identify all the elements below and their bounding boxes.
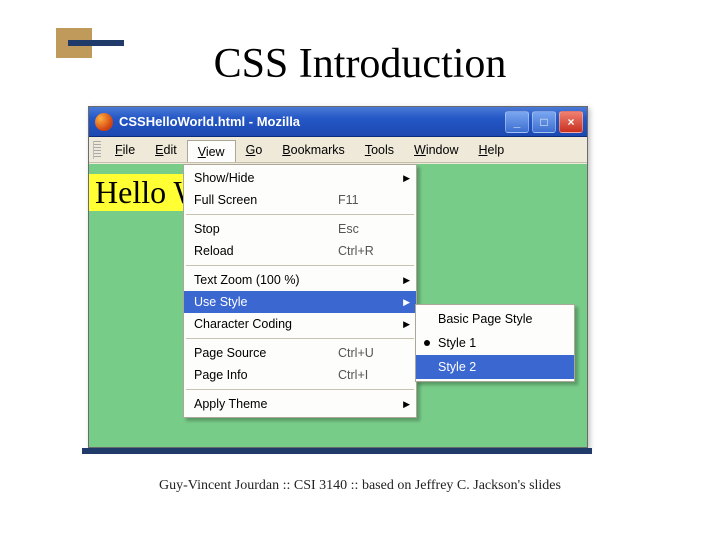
menuitem-page-source[interactable]: Page Source Ctrl+U	[184, 342, 416, 364]
menu-view[interactable]: View	[187, 140, 236, 162]
menu-go[interactable]: Go	[236, 137, 273, 162]
menuitem-apply-theme[interactable]: Apply Theme ▶	[184, 393, 416, 415]
submenu-arrow-icon: ▶	[403, 399, 410, 410]
use-style-submenu: Basic Page Style Style 1 Style 2	[415, 304, 575, 382]
menu-help[interactable]: Help	[468, 137, 514, 162]
menuitem-text-zoom[interactable]: Text Zoom (100 %) ▶	[184, 269, 416, 291]
close-button[interactable]: ×	[559, 111, 583, 133]
window-title: CSSHelloWorld.html - Mozilla	[119, 114, 505, 129]
browser-window: CSSHelloWorld.html - Mozilla _ □ × File …	[88, 106, 588, 448]
slide-title: CSS Introduction	[0, 40, 720, 88]
menubar: File Edit View Go Bookmarks Tools Window…	[89, 137, 587, 163]
submenu-arrow-icon: ▶	[403, 319, 410, 330]
menu-separator	[186, 338, 414, 339]
submenu-arrow-icon: ▶	[403, 275, 410, 286]
slide-footer: Guy-Vincent Jourdan :: CSI 3140 :: based…	[0, 478, 720, 494]
menuitem-reload[interactable]: Reload Ctrl+R	[184, 240, 416, 262]
minimize-button[interactable]: _	[505, 111, 529, 133]
maximize-button[interactable]: □	[532, 111, 556, 133]
menu-edit[interactable]: Edit	[145, 137, 187, 162]
menuitem-use-style[interactable]: Use Style ▶	[184, 291, 416, 313]
menu-separator	[186, 214, 414, 215]
menu-file[interactable]: File	[105, 137, 145, 162]
page-viewport: Hello W Show/Hide ▶ Full Screen F11 Stop…	[89, 164, 587, 447]
menuitem-page-info[interactable]: Page Info Ctrl+I	[184, 364, 416, 386]
menu-separator	[186, 389, 414, 390]
submenu-arrow-icon: ▶	[403, 297, 410, 308]
menu-window[interactable]: Window	[404, 137, 468, 162]
selected-dot-icon	[424, 340, 430, 346]
slide-underline	[82, 448, 592, 454]
titlebar: CSSHelloWorld.html - Mozilla _ □ ×	[89, 107, 587, 137]
submenu-arrow-icon: ▶	[403, 173, 410, 184]
menu-tools[interactable]: Tools	[355, 137, 404, 162]
menuitem-show-hide[interactable]: Show/Hide ▶	[184, 167, 416, 189]
window-buttons: _ □ ×	[505, 111, 583, 133]
style-option-style1[interactable]: Style 1	[416, 331, 574, 355]
toolbar-grip[interactable]	[93, 141, 101, 159]
mozilla-icon	[95, 113, 113, 131]
menuitem-full-screen[interactable]: Full Screen F11	[184, 189, 416, 211]
menu-bookmarks[interactable]: Bookmarks	[272, 137, 355, 162]
view-dropdown: Show/Hide ▶ Full Screen F11 Stop Esc Rel…	[183, 164, 417, 418]
style-option-style2[interactable]: Style 2	[416, 355, 574, 379]
menuitem-stop[interactable]: Stop Esc	[184, 218, 416, 240]
menuitem-character-coding[interactable]: Character Coding ▶	[184, 313, 416, 335]
menu-separator	[186, 265, 414, 266]
style-option-basic[interactable]: Basic Page Style	[416, 307, 574, 331]
